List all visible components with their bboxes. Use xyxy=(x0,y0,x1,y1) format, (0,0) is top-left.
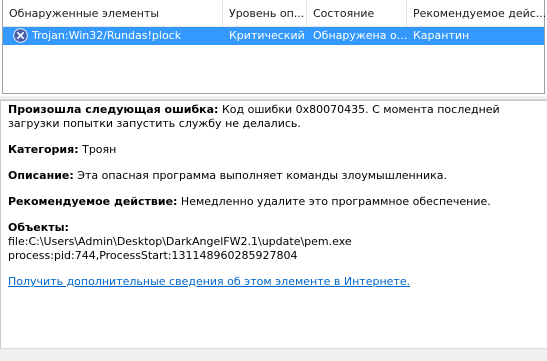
objects-label: Объекты: xyxy=(8,221,69,234)
threat-status: Обнаружена о... xyxy=(313,29,407,42)
column-header-alert-level[interactable]: Уровень оп... xyxy=(223,0,307,26)
description-value: Эта опасная программа выполняет команды … xyxy=(73,169,447,182)
column-header-status[interactable]: Состояние xyxy=(307,0,407,26)
recommended-label: Рекомендуемое действие: xyxy=(8,195,178,208)
threat-list-header: Обнаруженные элементы Уровень оп... Сост… xyxy=(3,0,546,27)
more-info-link[interactable]: Получить дополнительные сведения об этом… xyxy=(8,275,410,288)
details-pane: Произошла следующая ошибка: Код ошибки 0… xyxy=(0,100,547,348)
recommended-value: Немедленно удалите это программное обесп… xyxy=(177,195,491,208)
column-header-recommended-action[interactable]: Рекомендуемое дейс... xyxy=(407,0,546,26)
category-label: Категория: xyxy=(8,143,79,156)
alert-level: Критический xyxy=(229,29,305,42)
category-value: Троян xyxy=(78,143,117,156)
recommended-line: Рекомендуемое действие: Немедленно удали… xyxy=(8,195,539,209)
threat-icon xyxy=(13,28,28,43)
object-process: process:pid:744,ProcessStart:13114896028… xyxy=(8,249,298,262)
recommended-action: Карантин xyxy=(413,29,470,42)
table-row[interactable]: Trojan:Win32/Rundas!plock Критический Об… xyxy=(3,27,544,45)
description-line: Описание: Эта опасная программа выполняе… xyxy=(8,169,539,183)
object-file-path: file:C:\Users\Admin\Desktop\DarkAngelFW2… xyxy=(8,235,352,248)
error-message: Произошла следующая ошибка: Код ошибки 0… xyxy=(8,103,539,131)
threat-list[interactable]: Обнаруженные элементы Уровень оп... Сост… xyxy=(2,0,546,94)
bottom-bar xyxy=(0,348,547,361)
category-line: Категория: Троян xyxy=(8,143,539,157)
threat-name: Trojan:Win32/Rundas!plock xyxy=(32,29,182,42)
column-header-detected-items[interactable]: Обнаруженные элементы xyxy=(3,0,223,26)
error-label: Произошла следующая ошибка: xyxy=(8,103,219,116)
description-label: Описание: xyxy=(8,169,74,182)
